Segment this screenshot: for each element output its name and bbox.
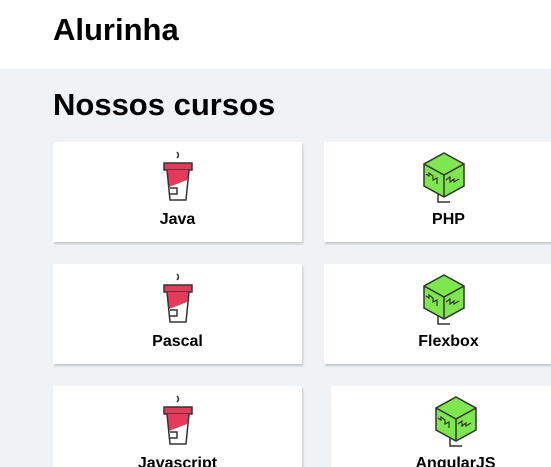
coffee-cup-icon: [53, 272, 302, 326]
course-card-flexbox[interactable]: Flexbox: [324, 264, 551, 364]
green-cube-icon: [324, 272, 551, 326]
green-cube-icon: [331, 394, 551, 448]
header-bar: Alurinha: [0, 0, 551, 69]
course-label: PHP: [432, 211, 465, 228]
page-title: Nossos cursos: [53, 87, 276, 122]
green-cube-icon: [324, 150, 551, 204]
course-card-java[interactable]: Java: [53, 142, 302, 242]
brand-title[interactable]: Alurinha: [53, 12, 179, 48]
course-card-angularjs[interactable]: AngularJS: [331, 386, 551, 467]
course-label: Flexbox: [418, 333, 479, 350]
course-label: Java: [159, 211, 196, 228]
course-card-pascal[interactable]: Pascal: [53, 264, 302, 364]
course-label: Pascal: [152, 333, 203, 350]
course-card-javascript[interactable]: Javascript: [53, 386, 302, 467]
course-card-php[interactable]: PHP: [324, 142, 551, 242]
coffee-cup-icon: [53, 394, 302, 448]
coffee-cup-icon: [53, 150, 302, 204]
course-label: AngularJS: [415, 455, 496, 467]
course-label: Javascript: [137, 455, 218, 467]
